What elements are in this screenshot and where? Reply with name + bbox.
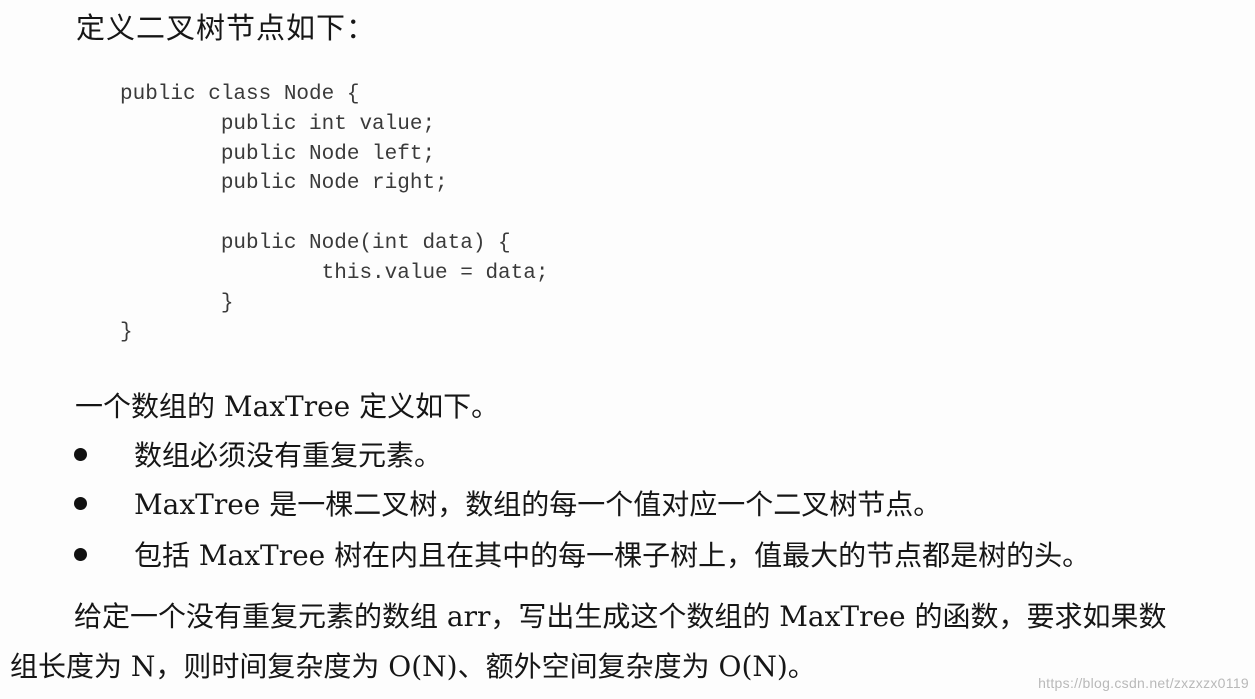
code-line: public int value; (120, 112, 436, 136)
bullet-text: 数组必须没有重复元素。 (134, 439, 443, 472)
watermark-url: https://blog.csdn.net/zxzxzx0119 (1038, 675, 1249, 691)
document-page: 定义二叉树节点如下： public class Node { public in… (0, 0, 1255, 699)
bullet-icon (74, 497, 87, 510)
bullet-icon (74, 548, 87, 561)
code-line: public Node left; (120, 142, 436, 166)
code-block: public class Node { public int value; pu… (120, 80, 548, 348)
task-line: 给定一个没有重复元素的数组 arr，写出生成这个数组的 MaxTree 的函数，… (74, 600, 1167, 633)
bullet-icon (74, 448, 87, 461)
bullet-text: MaxTree 是一棵二叉树，数组的每一个值对应一个二叉树节点。 (134, 488, 942, 521)
code-line: public class Node { (120, 83, 360, 106)
code-line: } (120, 291, 234, 315)
maxtree-definition-heading: 一个数组的 MaxTree 定义如下。 (75, 390, 500, 423)
code-line: this.value = data; (120, 261, 549, 285)
bullet-text: 包括 MaxTree 树在内且在其中的每一棵子树上，值最大的节点都是树的头。 (134, 539, 1091, 572)
code-line: public Node right; (120, 172, 448, 196)
intro-text: 定义二叉树节点如下： (76, 11, 377, 45)
code-line: public Node(int data) { (120, 231, 511, 255)
code-line: } (120, 321, 133, 345)
